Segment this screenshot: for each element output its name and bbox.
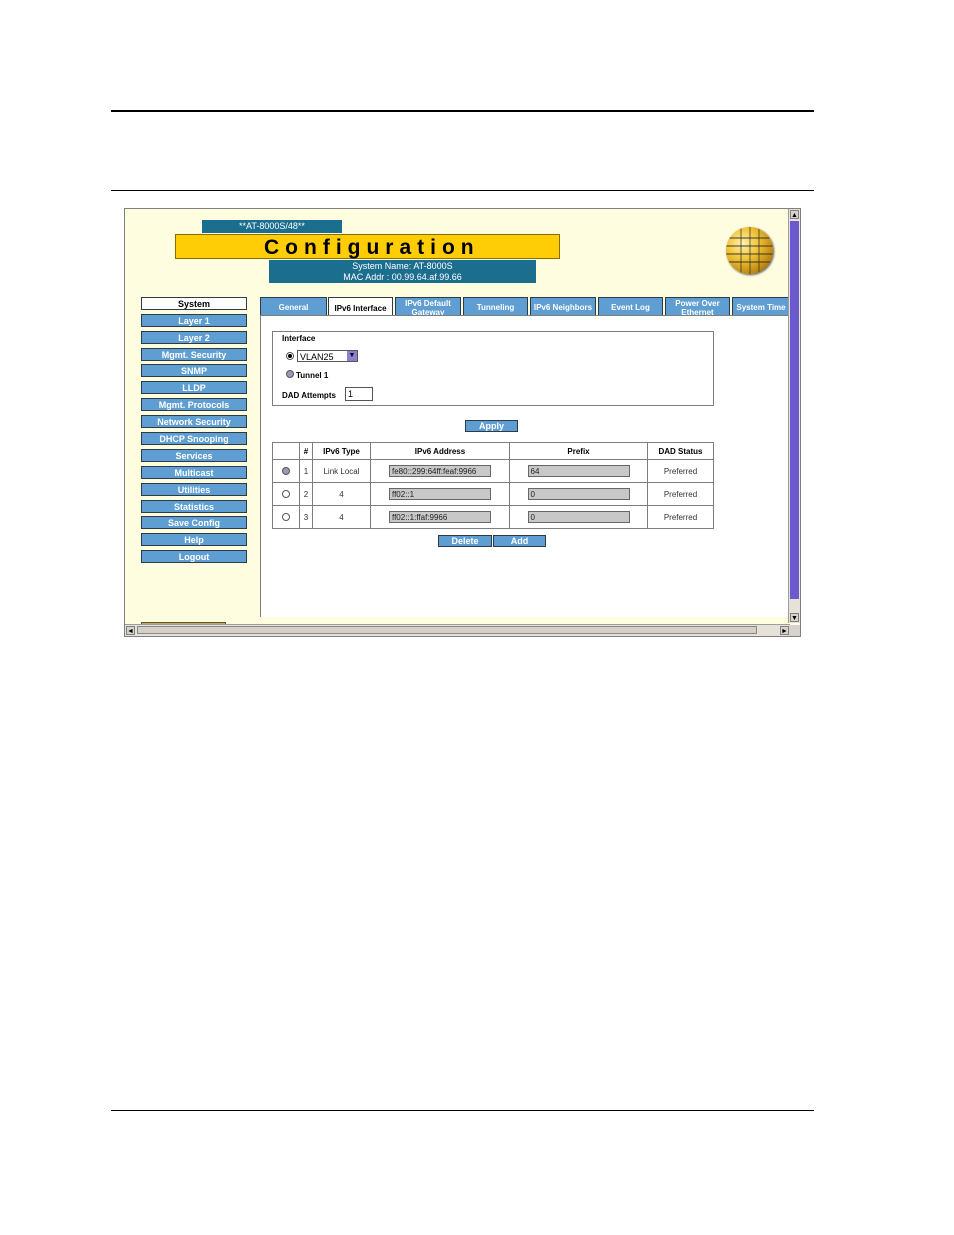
- scroll-down-icon[interactable]: ▼: [790, 613, 799, 622]
- nav-help[interactable]: Help: [141, 533, 247, 546]
- row-prefix: 0: [527, 511, 630, 523]
- tab-ipv6-default-gateway[interactable]: IPv6 Default Gateway: [395, 297, 461, 317]
- vlan-radio[interactable]: [286, 352, 294, 360]
- content-panel: Interface VLAN25 ▼ Tunnel 1 DAD Attempts…: [260, 315, 795, 617]
- row-prefix-cell: 0: [510, 506, 648, 528]
- row-address: ff02::1: [389, 488, 491, 500]
- vertical-scroll-thumb[interactable]: [790, 221, 799, 599]
- chevron-down-icon: ▼: [347, 351, 357, 361]
- horizontal-scrollbar[interactable]: ◄ ►: [125, 624, 790, 636]
- address-header: IPv6 Address: [371, 443, 510, 459]
- page-footer-rule: [111, 1110, 814, 1111]
- nav-system[interactable]: System: [141, 297, 247, 310]
- tab-system-time[interactable]: System Time: [732, 297, 790, 317]
- row-address-cell: ff02::1:ffaf:9966: [371, 506, 510, 528]
- row-type: 4: [313, 506, 371, 528]
- dad-attempts-input[interactable]: 1: [345, 387, 373, 401]
- row-type: 4: [313, 483, 371, 505]
- nav-save-config[interactable]: Save Config: [141, 516, 247, 529]
- browser-frame: **AT-8000S/48** Configuration System Nam…: [124, 208, 801, 637]
- row-status: Preferred: [663, 512, 698, 522]
- row-prefix: 64: [527, 465, 630, 477]
- tunnel-radio[interactable]: [286, 370, 294, 378]
- row-address-cell: ff02::1: [371, 483, 510, 505]
- apply-button[interactable]: Apply: [465, 420, 518, 432]
- scroll-up-icon[interactable]: ▲: [790, 210, 799, 219]
- nav-network-security[interactable]: Network Security: [141, 415, 247, 428]
- nav-services[interactable]: Services: [141, 449, 247, 462]
- nav-layer-1[interactable]: Layer 1: [141, 314, 247, 327]
- row-num: 1: [300, 460, 313, 482]
- mac-address: MAC Addr : 00.99.64.af.99.66: [343, 272, 462, 282]
- row-select-radio[interactable]: [282, 490, 290, 498]
- row-status: Preferred: [663, 489, 698, 499]
- system-name: System Name: AT-8000S: [352, 261, 453, 271]
- horizontal-scroll-thumb[interactable]: [137, 626, 757, 634]
- interface-group: Interface VLAN25 ▼ Tunnel 1 DAD Attempts…: [272, 331, 714, 406]
- row-status: Preferred: [663, 466, 698, 476]
- delete-button[interactable]: Delete: [438, 535, 492, 547]
- row-prefix-cell: 64: [510, 460, 648, 482]
- nav-dhcp-snooping[interactable]: DHCP Snooping: [141, 432, 247, 445]
- row-prefix-cell: 0: [510, 483, 648, 505]
- nav-lldp[interactable]: LLDP: [141, 381, 247, 394]
- tab-ipv6-neighbors[interactable]: IPv6 Neighbors: [530, 297, 596, 317]
- page-top-rule: [111, 110, 814, 112]
- interface-heading: Interface: [282, 334, 316, 343]
- table-row: 2 4 ff02::1 0 Preferred: [273, 483, 713, 506]
- nav-snmp[interactable]: SNMP: [141, 364, 247, 377]
- nav-multicast[interactable]: Multicast: [141, 466, 247, 479]
- prefix-header: Prefix: [510, 443, 648, 459]
- row-select-cell: [273, 483, 300, 505]
- ipv6-address-table: # IPv6 Type IPv6 Address Prefix DAD Stat…: [272, 442, 714, 529]
- table-row: 1 Link Local fe80::299:64ff:feaf:9966 64…: [273, 460, 713, 483]
- vlan-select[interactable]: VLAN25 ▼: [297, 350, 358, 362]
- vertical-scrollbar[interactable]: ▲ ▼: [788, 209, 800, 623]
- globe-logo-icon: [726, 227, 773, 274]
- type-header: IPv6 Type: [313, 443, 371, 459]
- scrollbar-corner: [789, 625, 800, 636]
- row-select-cell: [273, 460, 300, 482]
- row-select-radio[interactable]: [282, 467, 290, 475]
- tunnel-label: Tunnel 1: [296, 371, 329, 380]
- nav-logout[interactable]: Logout: [141, 550, 247, 563]
- row-select-radio[interactable]: [282, 513, 290, 521]
- add-button[interactable]: Add: [493, 535, 546, 547]
- row-prefix: 0: [527, 488, 630, 500]
- dad-status-header: DAD Status: [658, 446, 703, 456]
- row-address: fe80::299:64ff:feaf:9966: [389, 465, 491, 477]
- nav-mgmt-protocols[interactable]: Mgmt. Protocols: [141, 398, 247, 411]
- select-header: [273, 443, 300, 459]
- tab-event-log[interactable]: Event Log: [598, 297, 663, 317]
- nav-statistics[interactable]: Statistics: [141, 500, 247, 513]
- nav-layer-2[interactable]: Layer 2: [141, 331, 247, 344]
- num-header: #: [300, 443, 313, 459]
- vlan-select-value: VLAN25: [300, 352, 334, 362]
- model-label: **AT-8000S/48**: [202, 220, 342, 233]
- table-row: 3 4 ff02::1:ffaf:9966 0 Preferred: [273, 506, 713, 528]
- system-info: System Name: AT-8000S MAC Addr : 00.99.6…: [269, 260, 536, 283]
- dad-attempts-label: DAD Attempts: [282, 391, 336, 400]
- page-title: Configuration: [175, 234, 560, 259]
- page-header-rule: [111, 190, 814, 191]
- tab-tunneling[interactable]: Tunneling: [463, 297, 528, 317]
- row-select-cell: [273, 506, 300, 528]
- row-num: 2: [300, 483, 313, 505]
- row-num: 3: [300, 506, 313, 528]
- row-address-cell: fe80::299:64ff:feaf:9966: [371, 460, 510, 482]
- scroll-left-icon[interactable]: ◄: [126, 626, 135, 635]
- row-type: Link Local: [313, 460, 371, 482]
- scroll-right-icon[interactable]: ►: [780, 626, 789, 635]
- nav-mgmt-security[interactable]: Mgmt. Security: [141, 348, 247, 361]
- row-address: ff02::1:ffaf:9966: [389, 511, 491, 523]
- tab-general[interactable]: General: [260, 297, 327, 317]
- tab-power-over-ethernet[interactable]: Power Over Ethernet: [665, 297, 730, 317]
- nav-utilities[interactable]: Utilities: [141, 483, 247, 496]
- table-header-row: # IPv6 Type IPv6 Address Prefix DAD Stat…: [273, 443, 713, 460]
